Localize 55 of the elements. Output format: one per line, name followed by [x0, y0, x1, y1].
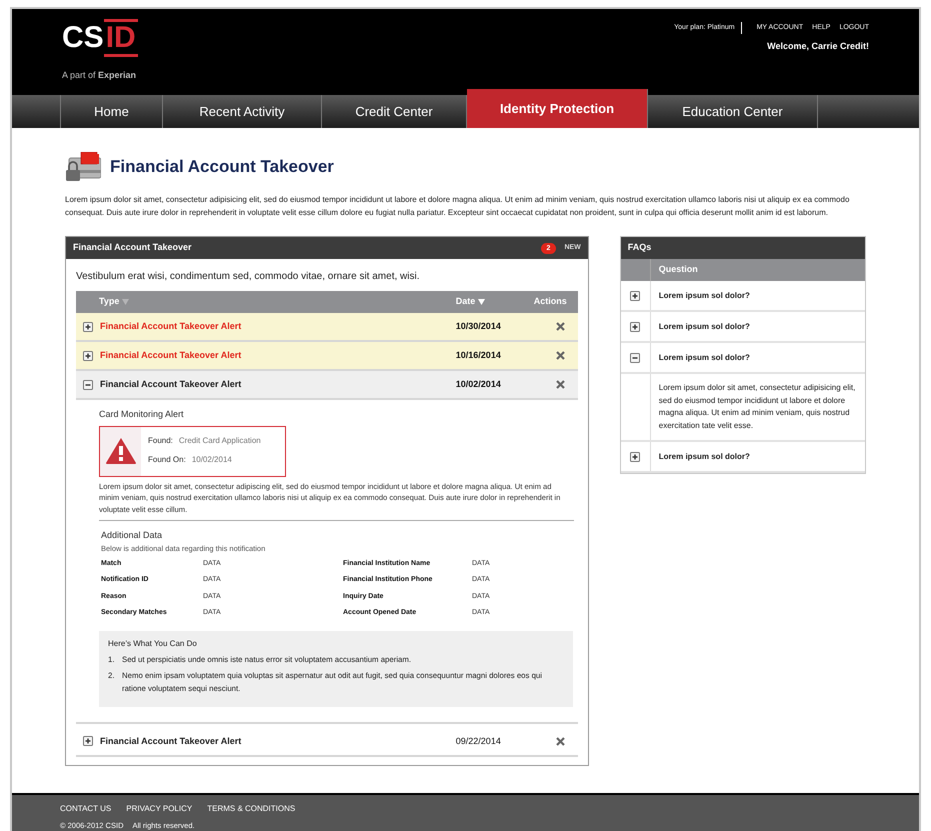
- date-cell-text: 10/16/2014: [456, 348, 502, 362]
- section-title: Here’s What You Can Do: [108, 638, 198, 650]
- faq-question[interactable]: Lorem ipsum sol dolor?: [650, 312, 750, 341]
- table-row[interactable]: Financial Account Takeover Alert 10/30/2014: [76, 313, 578, 342]
- field-value: 10/02/2014: [192, 454, 232, 466]
- warning-icon: [104, 437, 136, 465]
- expand-icon[interactable]: [630, 290, 640, 300]
- logo-tagline: A part of Experian: [62, 69, 138, 82]
- section-title: Additional Data: [101, 529, 164, 542]
- field-label: Found:: [148, 434, 173, 446]
- expand-icon[interactable]: [83, 736, 93, 746]
- footer-link[interactable]: TERMS & CONDITIONS: [207, 803, 296, 815]
- alert-type[interactable]: Financial Account Takeover Alert: [100, 320, 242, 334]
- alert-type[interactable]: Financial Account Takeover Alert: [100, 734, 242, 748]
- footer-link[interactable]: CONTACT US: [60, 803, 112, 815]
- nav-tab[interactable]: Recent Activity: [163, 95, 322, 128]
- panel-title: FAQs: [628, 241, 652, 254]
- panel-title: Financial Account Takeover: [73, 241, 192, 254]
- alert-type[interactable]: Financial Account Takeover Alert: [100, 378, 242, 392]
- logo-text: ID: [104, 19, 138, 57]
- column-header: Question: [658, 263, 698, 276]
- expand-icon[interactable]: [83, 350, 93, 360]
- date-cell-text: 10/30/2014: [456, 320, 502, 333]
- faq-answer: Lorem ipsum dolor sit amet, consectetur adipisicing elit, sed do eiusmod tempor incididunt ut labore et dolore magna aliqua. Ut enim ad minim veniam, quis nostrud exercitation tate velit esse.: [658, 382, 856, 432]
- alert-type[interactable]: Financial Account Takeover Alert: [100, 348, 242, 362]
- close-icon[interactable]: [556, 380, 566, 389]
- date-cell-text: 10/02/2014: [456, 378, 502, 391]
- faq-question[interactable]: Lorem ipsum sol dolor?: [650, 442, 750, 471]
- footer-link[interactable]: PRIVACY POLICY: [126, 803, 192, 815]
- panel-subtitle: Vestibulum erat wisi, condimentum sed, commodo vitae, ornare sit amet, wisi.: [75, 270, 420, 284]
- table-row[interactable]: Financial Account Takeover Alert 10/02/2014: [76, 371, 578, 400]
- logo-text: CS: [62, 23, 104, 56]
- detail-heading: Card Monitoring Alert: [99, 408, 185, 421]
- expand-icon[interactable]: [630, 452, 640, 462]
- nav-tab[interactable]: Education Center: [648, 95, 818, 128]
- field-label: Found On:: [148, 454, 186, 466]
- close-icon[interactable]: [556, 322, 566, 331]
- field-value: Credit Card Application: [178, 434, 261, 446]
- welcome-text: Welcome, Carrie Credit!: [767, 40, 869, 53]
- faq-question[interactable]: Lorem ipsum sol dolor?: [650, 281, 750, 310]
- nav-tab[interactable]: Home: [61, 95, 163, 128]
- expand-icon[interactable]: [630, 322, 640, 332]
- sort-icon[interactable]: [478, 299, 486, 305]
- intro-text: Lorem ipsum dolor sit amet, consectetur adipisicing elit, sed do eiusmod tempor incididunt ut labore et dolore magna aliqua. Ut enim ad minim veniam, quis nostrud exercitation ullamco laboris nisi ut aliquip ex ea commodo consequat. Duis aute irure dolor in reprehenderit in voluptate velit esse cillum dolore eu fugiat nulla pariatur. Excepteur sint occaecat cupidatat non proident, sunt in culpa qui officia deserunt mollit anim id est laborum.: [65, 194, 850, 219]
- close-icon[interactable]: [556, 351, 566, 360]
- faq-question[interactable]: Lorem ipsum sol dolor?: [650, 343, 750, 372]
- card-lock-icon: [65, 152, 101, 182]
- date-cell-text: 09/22/2014: [456, 734, 502, 748]
- nav-tab[interactable]: Identity Protection: [467, 89, 648, 128]
- table-row[interactable]: Financial Account Takeover Alert 10/16/2014: [76, 342, 578, 371]
- close-icon[interactable]: [556, 736, 566, 746]
- collapse-icon[interactable]: [83, 380, 93, 390]
- page-title: Financial Account Takeover: [110, 156, 334, 178]
- expand-icon[interactable]: [83, 322, 93, 332]
- collapse-icon[interactable]: [630, 352, 640, 362]
